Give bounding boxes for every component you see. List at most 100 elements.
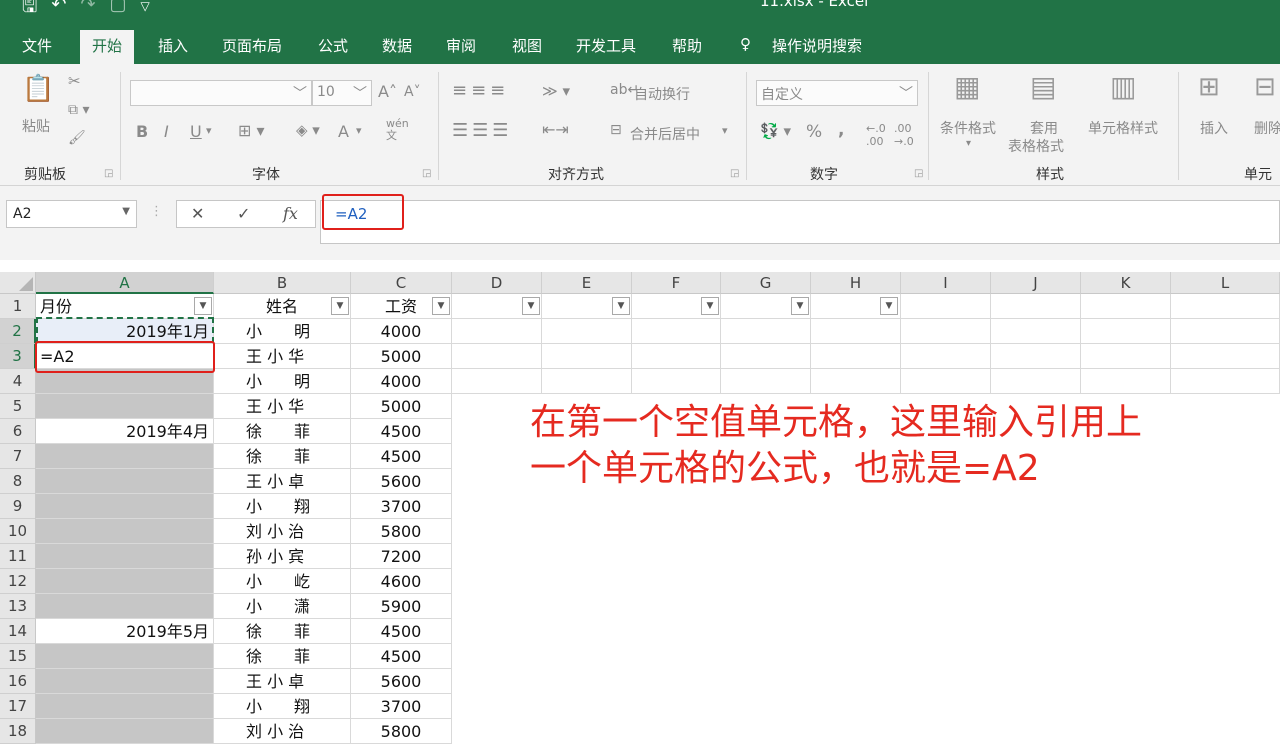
cell[interactable] <box>901 369 991 394</box>
row-header[interactable]: 6 <box>0 419 36 444</box>
row-header[interactable]: 12 <box>0 569 36 594</box>
cell-salary[interactable]: 3700 <box>351 494 452 519</box>
font-color-button[interactable]: A <box>338 122 349 141</box>
customize-qat-icon[interactable]: ▽ <box>141 0 150 24</box>
cell-name[interactable]: 孙 小 宾 <box>214 544 351 569</box>
cell-styles-button[interactable]: 单元格样式 <box>1088 118 1158 138</box>
cell-month[interactable] <box>36 494 214 519</box>
column-header-i[interactable]: I <box>901 272 991 294</box>
phonetic-button[interactable]: wén 文 <box>386 118 416 142</box>
cell-salary[interactable]: 3700 <box>351 694 452 719</box>
wrap-text-button[interactable]: 自动换行 <box>634 84 690 104</box>
formula-bar-grip-icon[interactable]: ⋮ <box>150 204 163 219</box>
save-icon[interactable]: 🖫 <box>22 0 37 24</box>
tab-formulas[interactable]: 公式 <box>318 35 348 56</box>
conditional-formatting-button[interactable]: 条件格式 <box>940 118 996 138</box>
cell[interactable] <box>1081 369 1171 394</box>
cell-salary[interactable]: 5600 <box>351 669 452 694</box>
cell[interactable] <box>901 294 991 319</box>
cell-salary[interactable]: 5800 <box>351 519 452 544</box>
paste-button[interactable]: 粘贴 <box>22 116 50 136</box>
decrease-font-icon[interactable]: A˅ <box>404 84 421 100</box>
tab-insert[interactable]: 插入 <box>158 35 188 56</box>
cell-month[interactable] <box>36 444 214 469</box>
column-header-g[interactable]: G <box>721 272 811 294</box>
cell-salary[interactable]: 4500 <box>351 419 452 444</box>
column-header-h[interactable]: H <box>811 272 901 294</box>
alignment-launcher-icon[interactable]: ◲ <box>730 168 739 179</box>
decrease-decimal-icon[interactable]: .00 →.0 <box>894 122 914 148</box>
row-header[interactable]: 2 <box>0 319 36 344</box>
row-header[interactable]: 14 <box>0 619 36 644</box>
select-all-button[interactable] <box>0 272 36 294</box>
cell[interactable] <box>632 369 721 394</box>
cell[interactable] <box>991 344 1081 369</box>
increase-decimal-icon[interactable]: ←.0.00 <box>866 122 886 148</box>
underline-button[interactable]: U <box>190 122 202 141</box>
column-header-e[interactable]: E <box>542 272 632 294</box>
cell-name[interactable]: 王 小 华 <box>214 344 351 369</box>
row-header[interactable]: 13 <box>0 594 36 619</box>
cell[interactable] <box>1171 319 1280 344</box>
cell-name[interactable]: 王 小 卓 <box>214 469 351 494</box>
cell-salary[interactable]: 4500 <box>351 619 452 644</box>
cell-month[interactable] <box>36 644 214 669</box>
row-header[interactable]: 17 <box>0 694 36 719</box>
cell[interactable] <box>1171 294 1280 319</box>
font-launcher-icon[interactable]: ◲ <box>422 168 431 179</box>
tab-page-layout[interactable]: 页面布局 <box>222 35 282 56</box>
clipboard-launcher-icon[interactable]: ◲ <box>104 168 113 179</box>
tab-data[interactable]: 数据 <box>382 35 412 56</box>
row-header[interactable]: 4 <box>0 369 36 394</box>
cell-salary[interactable]: 4000 <box>351 319 452 344</box>
cell-month[interactable] <box>36 594 214 619</box>
cell-month-header[interactable]: 月份 <box>36 294 214 319</box>
format-as-table-label[interactable]: 表格格式 <box>1008 136 1064 156</box>
cell-name[interactable]: 徐 菲 <box>214 644 351 669</box>
font-size-select[interactable]: 10 ﹀ <box>312 80 372 106</box>
cell-month[interactable]: 2019年4月 <box>36 419 214 444</box>
cell-name[interactable]: 小 翔 <box>214 494 351 519</box>
cell[interactable] <box>452 344 542 369</box>
tab-view[interactable]: 视图 <box>512 35 542 56</box>
number-launcher-icon[interactable]: ◲ <box>914 168 923 179</box>
redo-icon[interactable]: ↷ <box>80 0 95 24</box>
cell-salary[interactable]: 4500 <box>351 444 452 469</box>
row-header[interactable]: 7 <box>0 444 36 469</box>
cell[interactable] <box>721 369 811 394</box>
cell-name[interactable]: 王 小 华 <box>214 394 351 419</box>
filter-dropdown-icon[interactable]: ▼ <box>880 297 898 315</box>
column-header-f[interactable]: F <box>632 272 721 294</box>
new-file-icon[interactable]: ▢ <box>110 0 127 24</box>
copy-icon[interactable]: ⧉ ▾ <box>68 102 89 118</box>
cell[interactable] <box>991 319 1081 344</box>
row-header[interactable]: 9 <box>0 494 36 519</box>
cell[interactable] <box>721 344 811 369</box>
chevron-down-icon[interactable]: ▾ <box>356 124 362 137</box>
cell[interactable] <box>901 319 991 344</box>
cell-month[interactable] <box>36 519 214 544</box>
cell[interactable] <box>721 319 811 344</box>
cell[interactable] <box>542 319 632 344</box>
column-header-j[interactable]: J <box>991 272 1081 294</box>
filter-dropdown-icon[interactable]: ▼ <box>432 297 450 315</box>
cell-salary[interactable]: 5600 <box>351 469 452 494</box>
cell-name[interactable]: 刘 小 治 <box>214 519 351 544</box>
tab-developer[interactable]: 开发工具 <box>576 35 636 56</box>
indent-icons[interactable]: ⇤⇥ <box>542 120 569 139</box>
cell[interactable] <box>1081 294 1171 319</box>
cell[interactable] <box>1171 344 1280 369</box>
bold-button[interactable]: B <box>136 122 148 141</box>
column-header-b[interactable]: B <box>214 272 351 294</box>
row-header[interactable]: 5 <box>0 394 36 419</box>
cell[interactable] <box>542 344 632 369</box>
cell-month[interactable] <box>36 469 214 494</box>
cell[interactable] <box>542 369 632 394</box>
column-header-a[interactable]: A <box>36 272 214 294</box>
formula-input[interactable]: =A2 <box>320 200 1280 244</box>
cell-name[interactable]: 刘 小 治 <box>214 719 351 744</box>
insert-cells-button[interactable]: 插入 <box>1200 118 1228 138</box>
enter-icon[interactable]: ✓ <box>237 204 250 223</box>
cell-month[interactable]: 2019年5月 <box>36 619 214 644</box>
filter-dropdown-icon[interactable]: ▼ <box>701 297 719 315</box>
